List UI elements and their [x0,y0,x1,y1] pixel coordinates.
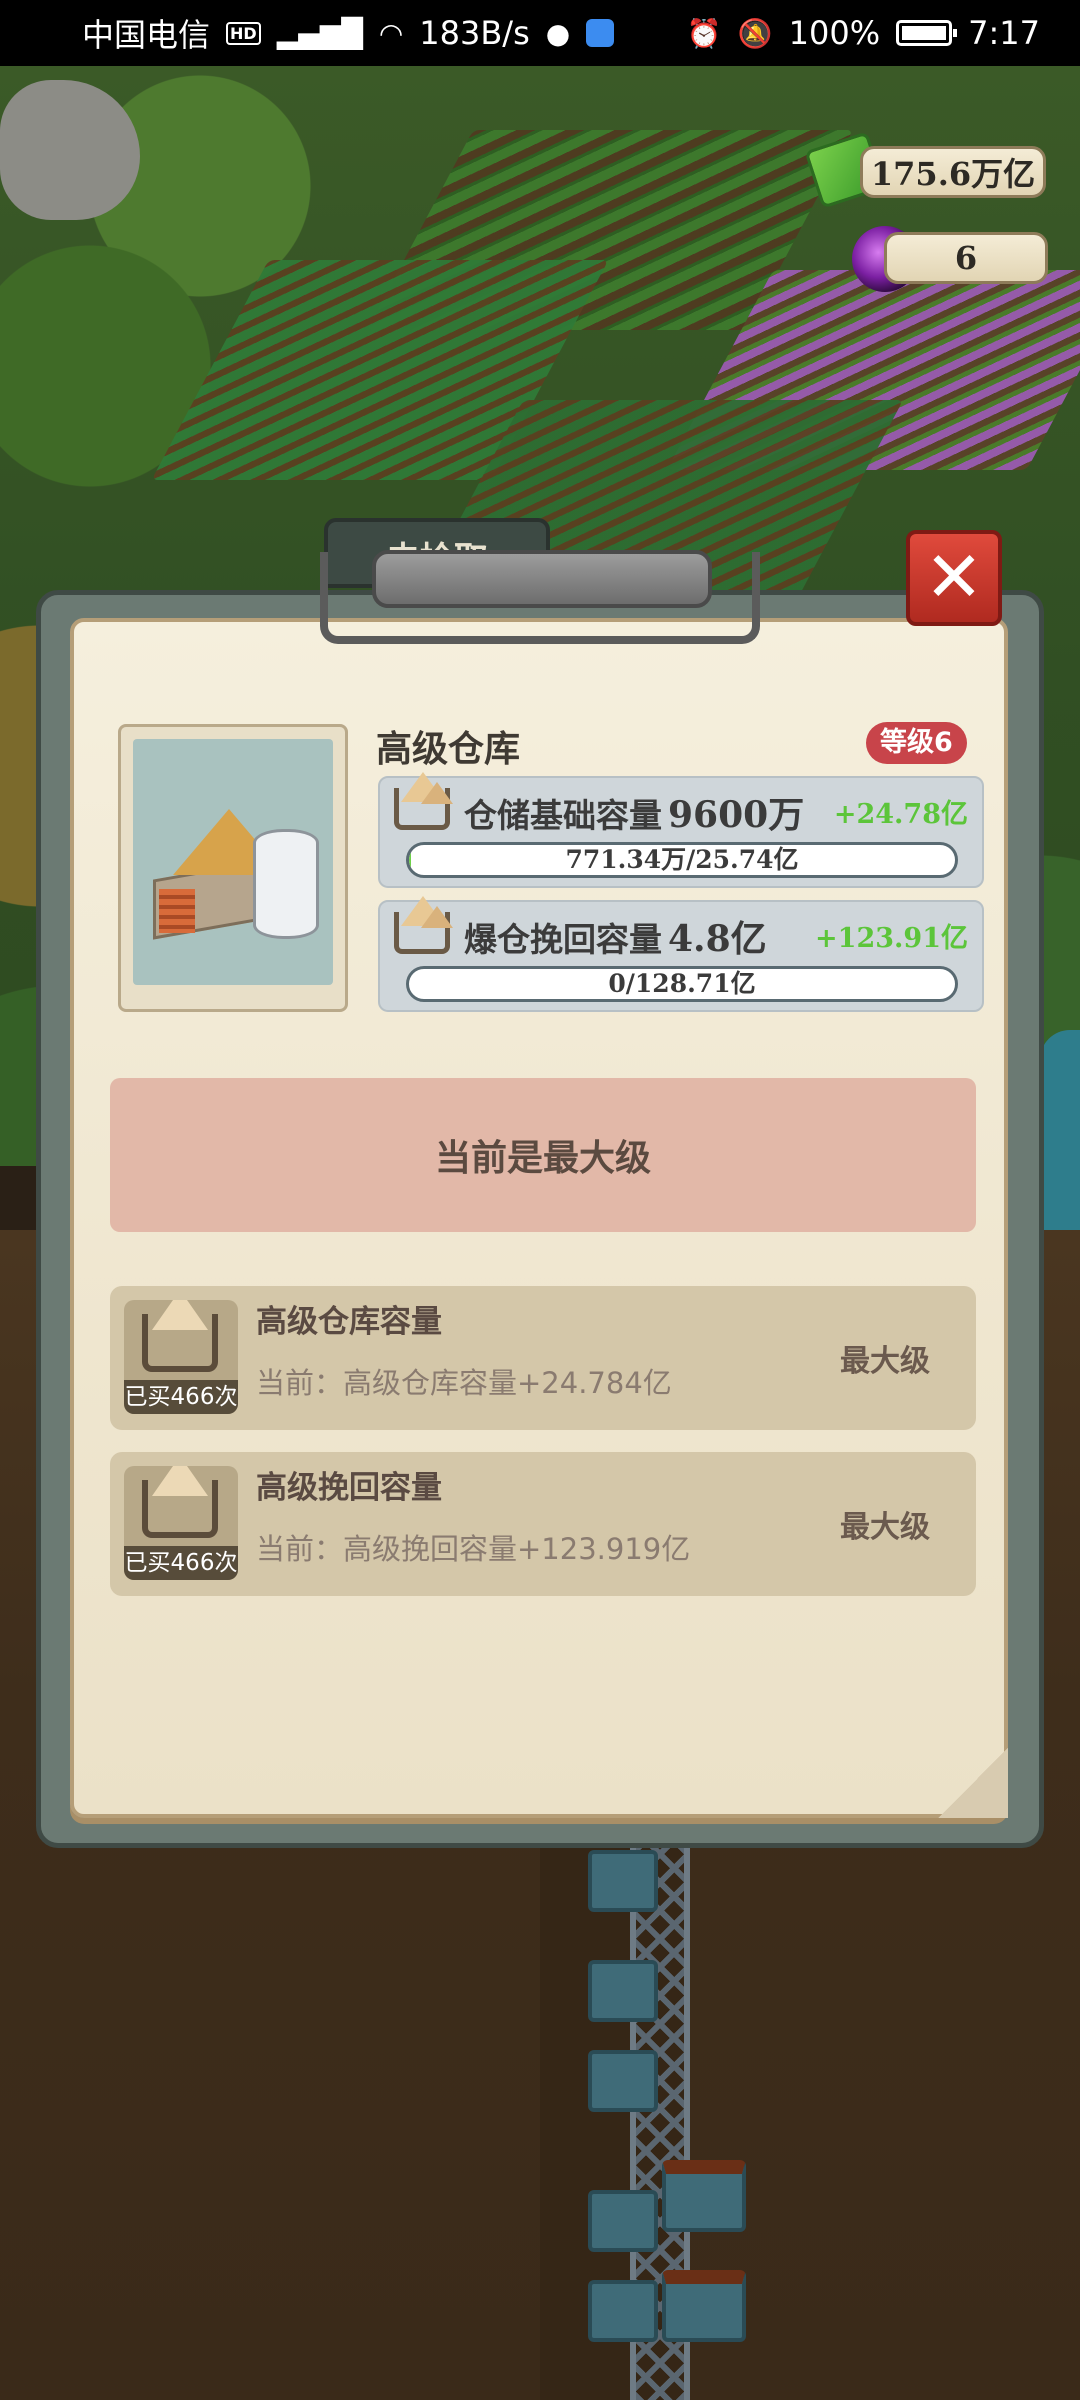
ore-bucket-full [662,2160,746,2232]
ore-bucket [588,1850,658,1912]
ore-bucket [588,2280,658,2342]
upgrade-desc: 当前：高级挽回容量+123.919亿 [256,1532,691,1566]
stat-label: 爆仓挽回容量 [464,920,662,959]
sand-pile-icon [394,896,453,954]
upgrade-icon: 已买466次 [124,1300,238,1414]
gem-counter[interactable]: 6 [884,232,1048,284]
stat-value: 4.8亿 [668,918,767,960]
stat-value: 9600万 [668,794,805,836]
level-badge: 等级6 [866,722,967,764]
network-speed: 183B/s [419,14,530,52]
battery-icon [896,20,958,46]
stat-storage-capacity: 仓储基础容量 9600万 +24.78亿 771.34万/25.74亿 [378,772,984,888]
upgrade-title: 高级挽回容量 [256,1470,442,1506]
battery-percent: 100% [788,14,881,52]
sand-pile-icon [142,1466,218,1538]
qq-icon: ● [545,16,571,50]
stat-overflow-recovery: 爆仓挽回容量 4.8亿 +123.91亿 0/128.71亿 [378,896,984,1012]
upgrade-status: 最大级 [840,1510,930,1545]
alarm-icon: ⏰ [686,16,722,50]
signal-icon: ▂▄▆█ [276,16,363,50]
progress-text: 0/128.71亿 [608,969,756,998]
mute-icon: 🔕 [737,16,773,50]
warehouse-stairs [159,889,195,933]
storage-tank [253,829,319,939]
cash-amount: 175.6万亿 [870,155,1036,193]
bought-count: 已买466次 [124,1380,238,1414]
carrier-name: 中国电信 [82,16,211,54]
upgrade-desc: 当前：高级仓库容量+24.784亿 [256,1366,672,1400]
upgrade-title: 高级仓库容量 [256,1304,442,1340]
sand-pile-icon [394,772,453,830]
sand-pile-icon [142,1300,218,1372]
ore-bucket-full [662,2270,746,2342]
warehouse-image [133,739,333,985]
upgrade-row-warehouse-capacity[interactable]: 已买466次 高级仓库容量 当前：高级仓库容量+24.784亿 最大级 [110,1286,976,1430]
max-level-banner: 当前是最大级 [110,1078,976,1232]
bought-count: 已买466次 [124,1546,238,1580]
hd-icon: HD [226,21,261,45]
gem-amount: 6 [954,239,978,277]
ore-bucket [588,1960,658,2022]
upgrade-row-recovery-capacity[interactable]: 已买466次 高级挽回容量 当前：高级挽回容量+123.919亿 最大级 [110,1452,976,1596]
progress-bar: 0/128.71亿 [406,966,958,1002]
clipboard-clip-top [372,550,712,608]
upgrade-icon: 已买466次 [124,1466,238,1580]
cash-counter[interactable]: 175.6万亿 [860,146,1046,198]
progress-bar: 771.34万/25.74亿 [406,842,958,878]
cloud-app-icon [586,19,615,47]
close-button[interactable]: ✕ [906,530,1002,626]
building-title: 高级仓库 [376,729,521,770]
status-bar: 中国电信 HD ▂▄▆█ ◠ 183B/s ● ⏰ 🔕 100% 7:17 [0,0,1080,66]
stat-label: 仓储基础容量 [464,796,662,835]
stat-increase: +123.91亿 [815,923,968,954]
close-icon: ✕ [924,536,984,618]
upgrade-status: 最大级 [840,1344,930,1379]
clock: 7:17 [968,14,1040,52]
ore-bucket [588,2050,658,2112]
ore-bucket [588,2190,658,2252]
wifi-icon: ◠ [378,16,404,50]
progress-text: 771.34万/25.74亿 [565,845,799,874]
building-thumbnail [118,724,348,1012]
stat-increase: +24.78亿 [833,799,968,830]
